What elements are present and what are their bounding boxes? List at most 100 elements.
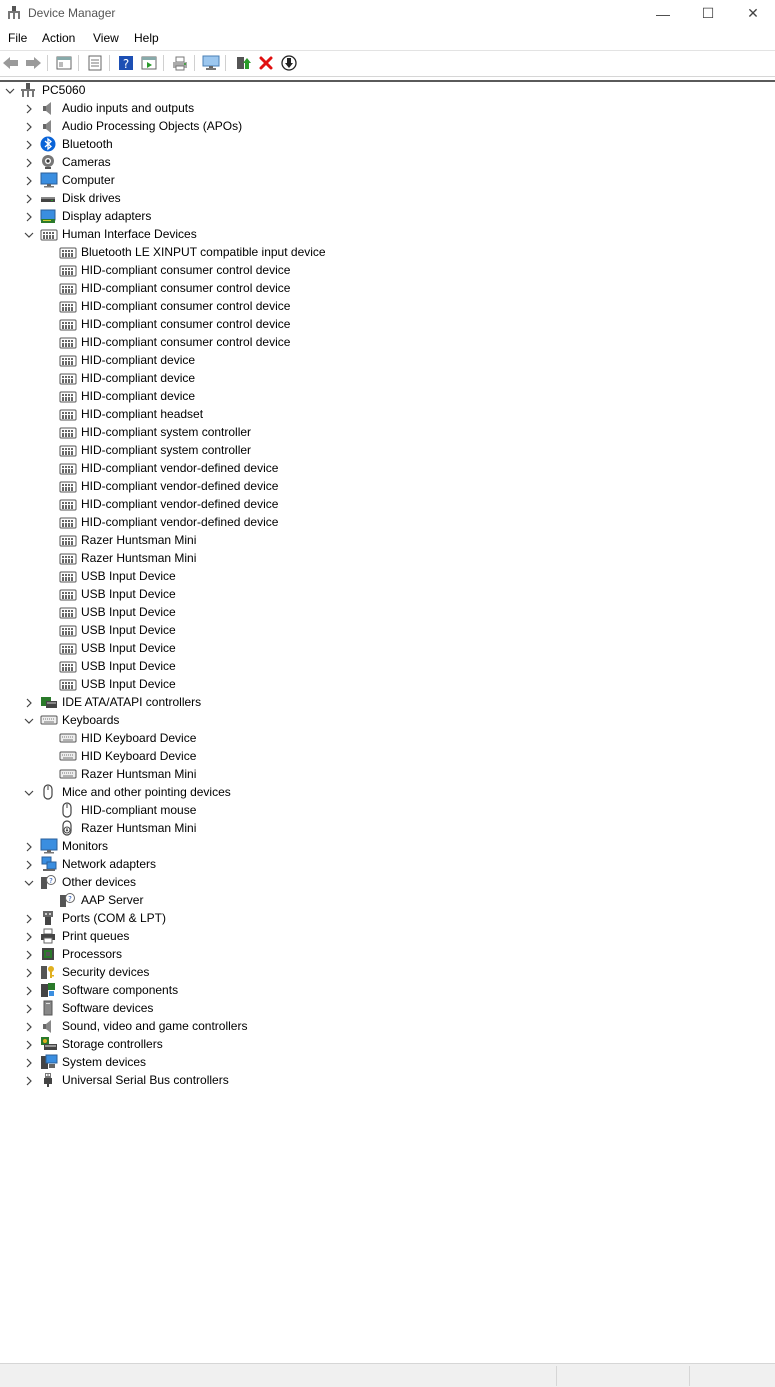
device-item[interactable]: Razer Huntsman Mini [0,765,775,783]
device-item[interactable]: Razer Huntsman Mini [0,549,775,567]
chevron-down-icon[interactable] [24,715,34,725]
device-item[interactable]: HID-compliant consumer control device [0,315,775,333]
device-category[interactable]: Keyboards [0,711,775,729]
svg-text:?: ? [49,877,53,885]
chevron-right-icon[interactable] [24,931,34,942]
device-item[interactable]: HID Keyboard Device [0,729,775,747]
chevron-right-icon[interactable] [24,103,34,114]
device-category[interactable]: Computer [0,171,775,189]
update-driver-button[interactable] [234,54,252,72]
chevron-right-icon[interactable] [24,985,34,996]
menu-view[interactable]: View [93,31,119,45]
device-category[interactable]: Bluetooth [0,135,775,153]
disable-button[interactable] [280,54,298,72]
device-item[interactable]: HID-compliant system controller [0,423,775,441]
device-item[interactable]: HID-compliant system controller [0,441,775,459]
minimize-button[interactable]: — [640,0,686,27]
device-item[interactable]: HID-compliant consumer control device [0,297,775,315]
device-category[interactable]: Print queues [0,927,775,945]
close-button[interactable]: ✕ [730,0,775,27]
device-category[interactable]: Software devices [0,999,775,1017]
chevron-right-icon[interactable] [24,913,34,924]
device-category[interactable]: Display adapters [0,207,775,225]
uninstall-button[interactable] [257,54,275,72]
device-category[interactable]: Audio Processing Objects (APOs) [0,117,775,135]
chevron-right-icon[interactable] [24,967,34,978]
device-item[interactable]: ? AAP Server [0,891,775,909]
device-category[interactable]: Software components [0,981,775,999]
chevron-down-icon[interactable] [24,229,34,239]
device-item[interactable]: HID Keyboard Device [0,747,775,765]
chevron-right-icon[interactable] [24,139,34,150]
device-category[interactable]: Processors [0,945,775,963]
device-category[interactable]: Monitors [0,837,775,855]
device-category[interactable]: Cameras [0,153,775,171]
device-item[interactable]: USB Input Device [0,657,775,675]
device-item[interactable]: HID-compliant device [0,351,775,369]
device-category[interactable]: Audio inputs and outputs [0,99,775,117]
forward-button[interactable] [24,54,42,72]
back-button[interactable] [2,54,20,72]
device-item[interactable]: USB Input Device [0,567,775,585]
device-item[interactable]: Razer Huntsman Mini [0,531,775,549]
device-item[interactable]: USB Input Device [0,621,775,639]
chevron-right-icon[interactable] [24,1075,34,1086]
chevron-right-icon[interactable] [24,1021,34,1032]
device-category[interactable]: Human Interface Devices [0,225,775,243]
device-category[interactable]: Network adapters [0,855,775,873]
scan-hardware-button[interactable] [202,54,220,72]
properties-view-button[interactable] [55,54,73,72]
chevron-right-icon[interactable] [24,121,34,132]
device-item[interactable]: Razer Huntsman Mini [0,819,775,837]
chevron-down-icon[interactable] [24,787,34,797]
device-category[interactable]: Ports (COM & LPT) [0,909,775,927]
device-item[interactable]: USB Input Device [0,675,775,693]
chevron-right-icon[interactable] [24,949,34,960]
device-item[interactable]: HID-compliant vendor-defined device [0,495,775,513]
tree-root[interactable]: PC5060 [0,81,775,99]
device-category[interactable]: ? Other devices [0,873,775,891]
device-category[interactable]: Disk drives [0,189,775,207]
menu-help[interactable]: Help [134,31,159,45]
chevron-right-icon[interactable] [24,859,34,870]
run-button[interactable] [140,54,158,72]
menu-action[interactable]: Action [42,31,75,45]
device-item[interactable]: USB Input Device [0,585,775,603]
device-item[interactable]: HID-compliant headset [0,405,775,423]
device-category[interactable]: Mice and other pointing devices [0,783,775,801]
device-item[interactable]: HID-compliant device [0,387,775,405]
device-item[interactable]: USB Input Device [0,639,775,657]
device-item[interactable]: HID-compliant device [0,369,775,387]
maximize-button[interactable]: ☐ [685,0,731,27]
menu-file[interactable]: File [8,31,27,45]
chevron-right-icon[interactable] [24,697,34,708]
device-category[interactable]: System devices [0,1053,775,1071]
device-category[interactable]: Storage controllers [0,1035,775,1053]
chevron-right-icon[interactable] [24,841,34,852]
device-category[interactable]: IDE ATA/ATAPI controllers [0,693,775,711]
chevron-right-icon[interactable] [24,175,34,186]
update-list-button[interactable] [86,54,104,72]
device-item[interactable]: HID-compliant vendor-defined device [0,459,775,477]
chevron-down-icon[interactable] [24,877,34,887]
chevron-right-icon[interactable] [24,1003,34,1014]
print-button[interactable] [171,54,189,72]
device-item[interactable]: HID-compliant consumer control device [0,261,775,279]
device-item[interactable]: HID-compliant vendor-defined device [0,477,775,495]
chevron-right-icon[interactable] [24,157,34,168]
chevron-down-icon[interactable] [5,85,15,95]
device-item[interactable]: HID-compliant consumer control device [0,333,775,351]
device-item[interactable]: HID-compliant mouse [0,801,775,819]
help-button[interactable]: ? [117,54,135,72]
device-item[interactable]: HID-compliant consumer control device [0,279,775,297]
device-category[interactable]: Security devices [0,963,775,981]
chevron-right-icon[interactable] [24,1039,34,1050]
device-item[interactable]: HID-compliant vendor-defined device [0,513,775,531]
chevron-right-icon[interactable] [24,1057,34,1068]
chevron-right-icon[interactable] [24,211,34,222]
device-item[interactable]: USB Input Device [0,603,775,621]
device-category[interactable]: Sound, video and game controllers [0,1017,775,1035]
device-category[interactable]: Universal Serial Bus controllers [0,1071,775,1089]
device-item[interactable]: Bluetooth LE XINPUT compatible input dev… [0,243,775,261]
chevron-right-icon[interactable] [24,193,34,204]
